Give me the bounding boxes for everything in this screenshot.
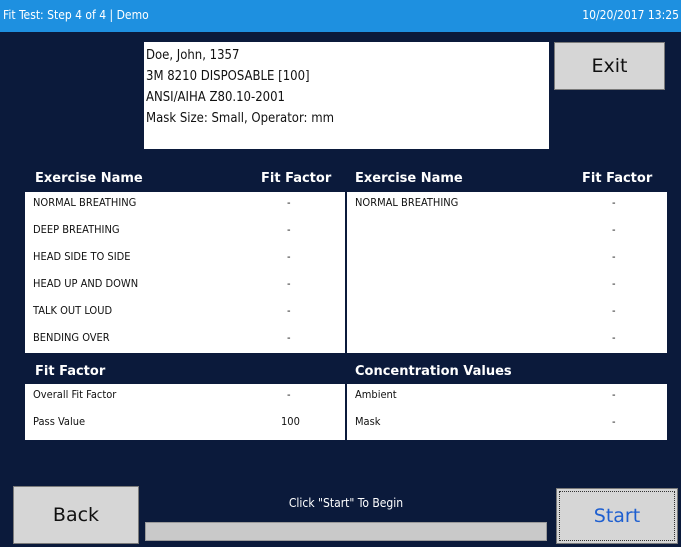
mask-size-operator: Mask Size: Small, Operator: mm	[146, 111, 334, 126]
table-row: HEAD SIDE TO SIDE -	[25, 246, 345, 273]
exercise-fit-factor: -	[612, 223, 616, 236]
table-row: NORMAL BREATHING -	[25, 192, 345, 219]
pass-value-label: Pass Value	[33, 415, 86, 428]
concentration-header: Concentration Values	[355, 364, 512, 379]
left-exercise-name-header: Exercise Name	[35, 171, 143, 186]
table-row: Ambient -	[347, 384, 667, 411]
table-row: -	[347, 327, 667, 354]
exercise-name: TALK OUT LOUD	[33, 304, 113, 317]
mask-value: -	[612, 415, 616, 428]
concentration-rows: Ambient - Mask -	[347, 384, 667, 440]
test-protocol: ANSI/AIHA Z80.10-2001	[146, 90, 285, 105]
exercise-name: HEAD SIDE TO SIDE	[33, 250, 131, 263]
pass-value: 100	[281, 415, 300, 428]
results-table: Fit Factor Concentration Values Overall …	[25, 362, 667, 440]
table-row: TALK OUT LOUD -	[25, 300, 345, 327]
exercise-fit-factor: -	[287, 223, 291, 236]
right-exercise-name-header: Exercise Name	[355, 171, 463, 186]
exercise-fit-factor: -	[612, 196, 616, 209]
progress-bar	[145, 522, 547, 541]
table-row: Pass Value 100	[25, 411, 345, 438]
left-fit-factor-header: Fit Factor	[261, 171, 332, 186]
exercise-fit-factor: -	[612, 304, 616, 317]
window-title: Fit Test: Step 4 of 4 | Demo	[3, 8, 149, 22]
exercise-name: NORMAL BREATHING	[33, 196, 137, 209]
exercise-table: Exercise Name Fit Factor Exercise Name F…	[25, 167, 667, 353]
exercise-fit-factor: -	[612, 250, 616, 263]
back-button[interactable]: Back	[13, 486, 139, 544]
ambient-value: -	[612, 388, 616, 401]
exercise-name: BENDING OVER	[33, 331, 110, 344]
status-message: Click "Start" To Begin	[288, 496, 404, 510]
table-row: -	[347, 219, 667, 246]
exercise-rows-right: NORMAL BREATHING - - - - - -	[347, 192, 667, 353]
ambient-label: Ambient	[355, 388, 397, 401]
right-fit-factor-header: Fit Factor	[582, 171, 653, 186]
table-row: -	[347, 300, 667, 327]
exercise-rows-left: NORMAL BREATHING - DEEP BREATHING - HEAD…	[25, 192, 345, 353]
table-row: HEAD UP AND DOWN -	[25, 273, 345, 300]
title-bar: Fit Test: Step 4 of 4 | Demo 10/20/2017 …	[0, 0, 681, 32]
exercise-name: DEEP BREATHING	[33, 223, 120, 236]
exercise-fit-factor: -	[287, 277, 291, 290]
mask-label: Mask	[355, 415, 381, 428]
subject-name-id: Doe, John, 1357	[146, 48, 240, 63]
datetime-display: 10/20/2017 13:25	[582, 8, 679, 22]
exit-button[interactable]: Exit	[554, 42, 665, 90]
table-row: DEEP BREATHING -	[25, 219, 345, 246]
table-row: BENDING OVER -	[25, 327, 345, 354]
exercise-fit-factor: -	[287, 304, 291, 317]
start-button[interactable]: Start	[556, 488, 678, 544]
exercise-fit-factor: -	[287, 250, 291, 263]
exercise-fit-factor: -	[287, 196, 291, 209]
overall-fit-factor-label: Overall Fit Factor	[33, 388, 117, 401]
table-row: -	[347, 273, 667, 300]
exercise-name: NORMAL BREATHING	[355, 196, 459, 209]
subject-info-panel: Doe, John, 1357 3M 8210 DISPOSABLE [100]…	[144, 42, 549, 149]
table-row: NORMAL BREATHING -	[347, 192, 667, 219]
exercise-fit-factor: -	[612, 331, 616, 344]
fit-factor-rows: Overall Fit Factor - Pass Value 100	[25, 384, 345, 440]
overall-fit-factor-value: -	[287, 388, 291, 401]
table-row: Mask -	[347, 411, 667, 438]
table-row: Overall Fit Factor -	[25, 384, 345, 411]
fit-factor-header: Fit Factor	[35, 364, 106, 379]
respirator-model: 3M 8210 DISPOSABLE [100]	[146, 69, 310, 84]
table-row: -	[347, 246, 667, 273]
exercise-fit-factor: -	[287, 331, 291, 344]
exercise-fit-factor: -	[612, 277, 616, 290]
exercise-name: HEAD UP AND DOWN	[33, 277, 139, 290]
